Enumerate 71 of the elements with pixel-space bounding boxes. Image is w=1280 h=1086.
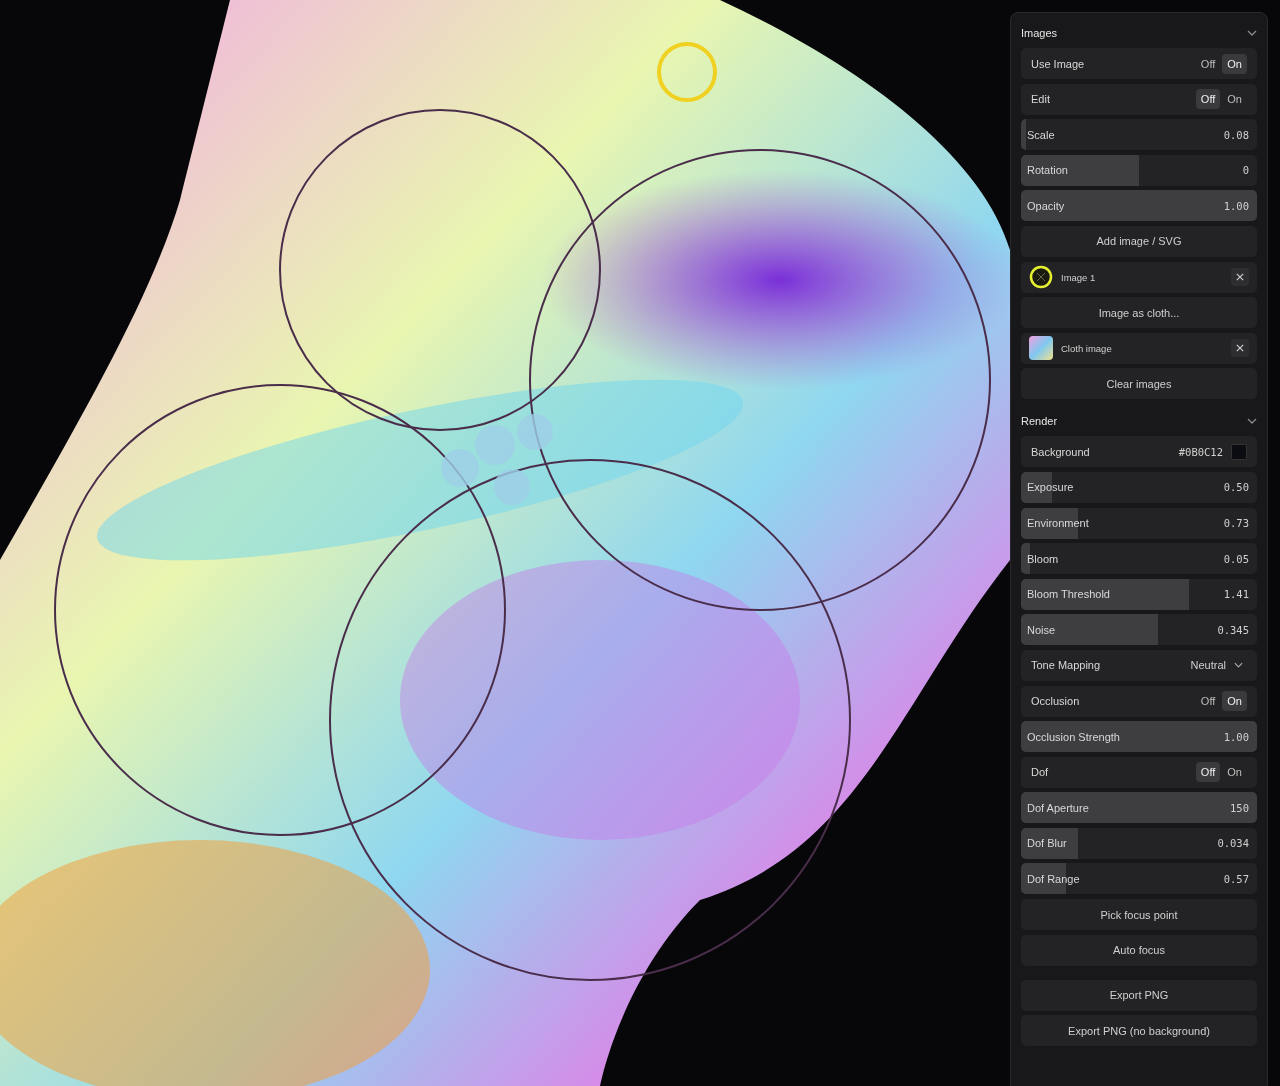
slider-label: Noise <box>1027 623 1057 636</box>
toggle-option[interactable]: Off <box>1195 89 1221 110</box>
slider-value: 0.08 <box>1223 128 1249 141</box>
select-label: Tone Mapping <box>1031 659 1102 672</box>
toggle-label: Use Image <box>1031 57 1086 70</box>
slider-value: 1.00 <box>1223 730 1249 743</box>
slider-value: 0.73 <box>1223 517 1249 530</box>
slider-value: 1.00 <box>1223 199 1249 212</box>
slider-label: Scale <box>1027 128 1056 141</box>
image-name: Cloth image <box>1061 342 1113 354</box>
action-button[interactable]: Pick focus point <box>1021 899 1257 931</box>
action-button[interactable]: Image as cloth... <box>1021 297 1257 329</box>
image-thumbnail-icon <box>1029 265 1053 290</box>
slider-value: 1.41 <box>1223 588 1249 601</box>
color-value: #0B0C12 <box>1178 445 1223 458</box>
slider[interactable]: Dof Blur 0.034 <box>1021 827 1257 859</box>
toggle-option[interactable]: On <box>1222 89 1247 110</box>
slider-value: 0.345 <box>1217 623 1249 636</box>
slider-label: Environment <box>1027 517 1090 530</box>
action-button[interactable]: Add image / SVG <box>1021 225 1257 257</box>
image-name: Image 1 <box>1061 271 1097 283</box>
select-dropdown[interactable]: Neutral <box>1186 659 1247 672</box>
close-icon[interactable] <box>1231 339 1249 358</box>
toggle-option[interactable]: On <box>1222 691 1247 711</box>
slider-value: 0.57 <box>1223 872 1249 885</box>
toggle-option[interactable]: On <box>1222 762 1247 783</box>
slider-value: 0 <box>1242 164 1249 177</box>
slider-label: Occlusion Strength <box>1027 730 1121 743</box>
toggle-option[interactable]: On <box>1222 53 1247 74</box>
export-button[interactable]: Export PNG <box>1021 979 1257 1011</box>
slider-value: 0.05 <box>1223 552 1249 565</box>
slider[interactable]: Noise 0.345 <box>1021 614 1257 646</box>
slider[interactable]: Occlusion Strength 1.00 <box>1021 721 1257 753</box>
slider-label: Dof Blur <box>1027 837 1068 850</box>
toggle-option[interactable]: Off <box>1195 53 1221 74</box>
color-swatch[interactable] <box>1231 443 1247 460</box>
action-button[interactable]: Clear images <box>1021 368 1257 400</box>
chevron-icon[interactable] <box>1247 418 1257 425</box>
close-icon[interactable] <box>1231 268 1249 287</box>
action-button[interactable]: Auto focus <box>1021 934 1257 966</box>
slider-label: Opacity <box>1027 199 1066 212</box>
slider-label: Rotation <box>1027 164 1069 177</box>
chevron-icon[interactable] <box>1247 30 1257 36</box>
toggle-label: Dof <box>1031 766 1050 779</box>
slider-value: 0.034 <box>1217 837 1249 850</box>
slider-label: Dof Aperture <box>1027 801 1090 814</box>
image-thumbnail-icon <box>1029 336 1053 361</box>
slider[interactable]: Exposure 0.50 <box>1021 471 1257 503</box>
color-label: Background <box>1031 445 1091 458</box>
section-title: Images <box>1021 27 1058 39</box>
toggle-label: Occlusion <box>1031 695 1081 707</box>
slider-label: Bloom <box>1027 552 1060 565</box>
chevron-icon <box>1234 662 1243 669</box>
slider[interactable]: Environment 0.73 <box>1021 507 1257 539</box>
slider[interactable]: Dof Range 0.57 <box>1021 863 1257 895</box>
slider[interactable]: Bloom Threshold 1.41 <box>1021 578 1257 610</box>
toggle-option[interactable]: Off <box>1195 762 1221 783</box>
toggle-label: Edit <box>1031 93 1051 106</box>
slider[interactable]: Bloom 0.05 <box>1021 543 1257 575</box>
slider[interactable]: Rotation 0 <box>1021 154 1257 186</box>
toggle-option[interactable]: Off <box>1195 691 1221 711</box>
slider-label: Dof Range <box>1027 872 1081 885</box>
slider-value: 150 <box>1230 801 1249 814</box>
slider[interactable]: Scale 0.08 <box>1021 119 1257 151</box>
slider[interactable]: Opacity 1.00 <box>1021 190 1257 222</box>
export-button[interactable]: Export PNG (no background) <box>1021 1015 1257 1047</box>
section-title: Render <box>1021 415 1058 428</box>
slider[interactable]: Dof Aperture 150 <box>1021 792 1257 824</box>
slider-value: 0.50 <box>1223 481 1249 494</box>
slider-label: Exposure <box>1027 481 1075 494</box>
slider-label: Bloom Threshold <box>1027 588 1111 601</box>
